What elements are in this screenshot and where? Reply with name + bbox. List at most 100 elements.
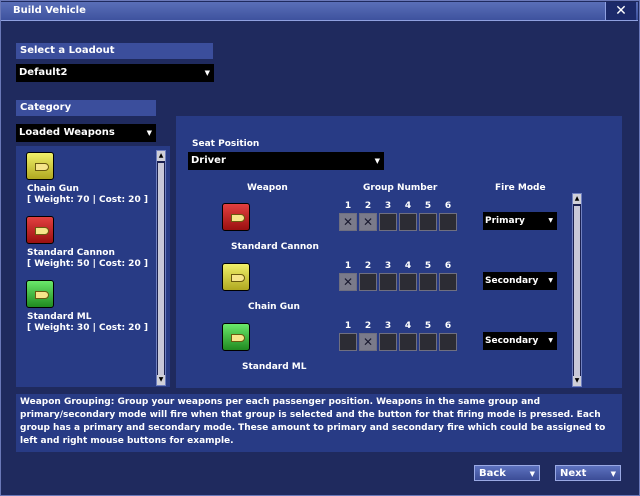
bullet-icon: [35, 163, 49, 171]
group-number-label: 5: [424, 261, 432, 271]
loadout-select[interactable]: Default2 ▼: [16, 64, 214, 82]
group-checkbox[interactable]: [339, 333, 357, 351]
group-number-label: 4: [404, 261, 412, 271]
group-checkbox[interactable]: [359, 273, 377, 291]
info-text: Weapon Grouping: Group your weapons per …: [16, 394, 622, 452]
category-select[interactable]: Loaded Weapons ▼: [16, 124, 156, 142]
list-item[interactable]: Standard ML [ Weight: 30 | Cost: 20 ]: [27, 312, 148, 334]
list-item-name: Standard Cannon: [27, 248, 115, 258]
group-number-label: 6: [444, 201, 452, 211]
group-number-label: 5: [424, 321, 432, 331]
fire-mode-value: Primary: [485, 216, 525, 226]
weapon-icon: [222, 323, 250, 351]
group-number-label: 2: [364, 201, 372, 211]
next-button[interactable]: Next ▼: [555, 465, 621, 481]
group-number-label: 2: [364, 321, 372, 331]
group-number-label: 1: [344, 321, 352, 331]
standard-cannon-icon[interactable]: [26, 216, 54, 244]
group-checkbox[interactable]: [419, 273, 437, 291]
list-item-name: Chain Gun: [27, 184, 79, 194]
chevron-down-icon: ▼: [548, 217, 553, 224]
back-button-label: Back: [479, 468, 506, 479]
group-number-label: 1: [344, 261, 352, 271]
title-bar: Build Vehicle ✕: [1, 2, 638, 21]
weapon-name: Chain Gun: [248, 302, 300, 312]
x-mark-icon: ✕: [342, 215, 354, 229]
group-number-label: 4: [404, 201, 412, 211]
weapon-name: Standard ML: [242, 362, 307, 372]
fire-mode-select[interactable]: Secondary ▼: [483, 272, 557, 290]
fire-mode-select[interactable]: Primary ▼: [483, 212, 557, 230]
bullet-icon: [231, 214, 245, 222]
x-mark-icon: ✕: [362, 335, 374, 349]
fire-mode-value: Secondary: [485, 276, 539, 286]
group-number-label: 2: [364, 261, 372, 271]
group-checkbox[interactable]: [379, 213, 397, 231]
list-item-stats: [ Weight: 30 | Cost: 20 ]: [27, 323, 148, 333]
group-number-label: 3: [384, 261, 392, 271]
group-checkbox[interactable]: ✕: [339, 273, 357, 291]
seat-header: Seat Position: [192, 139, 260, 149]
close-button[interactable]: ✕: [605, 2, 636, 20]
category-scrollbar[interactable]: ▲ ▼: [156, 150, 166, 386]
bullet-icon: [35, 291, 49, 299]
chevron-down-icon: ▼: [529, 470, 535, 478]
fire-mode-select[interactable]: Secondary ▼: [483, 332, 557, 350]
chevron-down-icon: ▼: [374, 157, 380, 165]
chevron-down-icon: ▼: [204, 69, 210, 77]
weapon-icon: [222, 203, 250, 231]
weapon-icon: [222, 263, 250, 291]
group-checkbox[interactable]: [439, 213, 457, 231]
x-mark-icon: ✕: [342, 275, 354, 289]
bullet-icon: [35, 227, 49, 235]
chevron-down-icon: ▼: [548, 277, 553, 284]
back-button[interactable]: Back ▼: [474, 465, 540, 481]
list-item-stats: [ Weight: 50 | Cost: 20 ]: [27, 259, 148, 269]
group-checkbox[interactable]: ✕: [359, 213, 377, 231]
window-title: Build Vehicle: [13, 5, 86, 16]
seat-select[interactable]: Driver ▼: [188, 152, 384, 170]
group-checkbox[interactable]: [419, 213, 437, 231]
bullet-icon: [231, 334, 245, 342]
category-header: Category: [16, 100, 156, 116]
group-checkbox[interactable]: [439, 273, 457, 291]
group-checkbox[interactable]: [399, 333, 417, 351]
list-item[interactable]: Standard Cannon [ Weight: 50 | Cost: 20 …: [27, 248, 148, 270]
scroll-thumb[interactable]: [574, 206, 580, 376]
scroll-down-icon[interactable]: ▼: [157, 375, 165, 385]
group-number-label: 5: [424, 201, 432, 211]
group-checkbox[interactable]: [399, 213, 417, 231]
scroll-up-icon[interactable]: ▲: [573, 194, 581, 204]
list-item[interactable]: Chain Gun [ Weight: 70 | Cost: 20 ]: [27, 184, 148, 206]
scroll-thumb[interactable]: [158, 163, 164, 375]
close-icon: ✕: [615, 3, 627, 19]
category-select-value: Loaded Weapons: [19, 127, 115, 138]
scroll-up-icon[interactable]: ▲: [157, 151, 165, 161]
group-checkbox[interactable]: ✕: [339, 213, 357, 231]
x-mark-icon: ✕: [362, 215, 374, 229]
group-number-label: 3: [384, 321, 392, 331]
group-number-label: 4: [404, 321, 412, 331]
chevron-down-icon: ▼: [610, 470, 616, 478]
group-checkbox[interactable]: [379, 333, 397, 351]
seat-select-value: Driver: [191, 155, 226, 166]
loadout-header: Select a Loadout: [16, 43, 213, 59]
group-column-header: Group Number: [363, 183, 438, 193]
group-checkbox[interactable]: [439, 333, 457, 351]
seat-scrollbar[interactable]: ▲ ▼: [572, 193, 582, 387]
list-item-stats: [ Weight: 70 | Cost: 20 ]: [27, 195, 148, 205]
group-number-label: 6: [444, 261, 452, 271]
bullet-icon: [231, 274, 245, 282]
weapon-name: Standard Cannon: [231, 242, 319, 252]
fire-column-header: Fire Mode: [495, 183, 546, 193]
group-checkbox[interactable]: [379, 273, 397, 291]
group-number-label: 3: [384, 201, 392, 211]
group-number-label: 6: [444, 321, 452, 331]
loadout-select-value: Default2: [19, 67, 68, 78]
group-checkbox[interactable]: [399, 273, 417, 291]
group-checkbox[interactable]: ✕: [359, 333, 377, 351]
scroll-down-icon[interactable]: ▼: [573, 376, 581, 386]
group-checkbox[interactable]: [419, 333, 437, 351]
standard-ml-icon[interactable]: [26, 280, 54, 308]
chain-gun-icon[interactable]: [26, 152, 54, 180]
